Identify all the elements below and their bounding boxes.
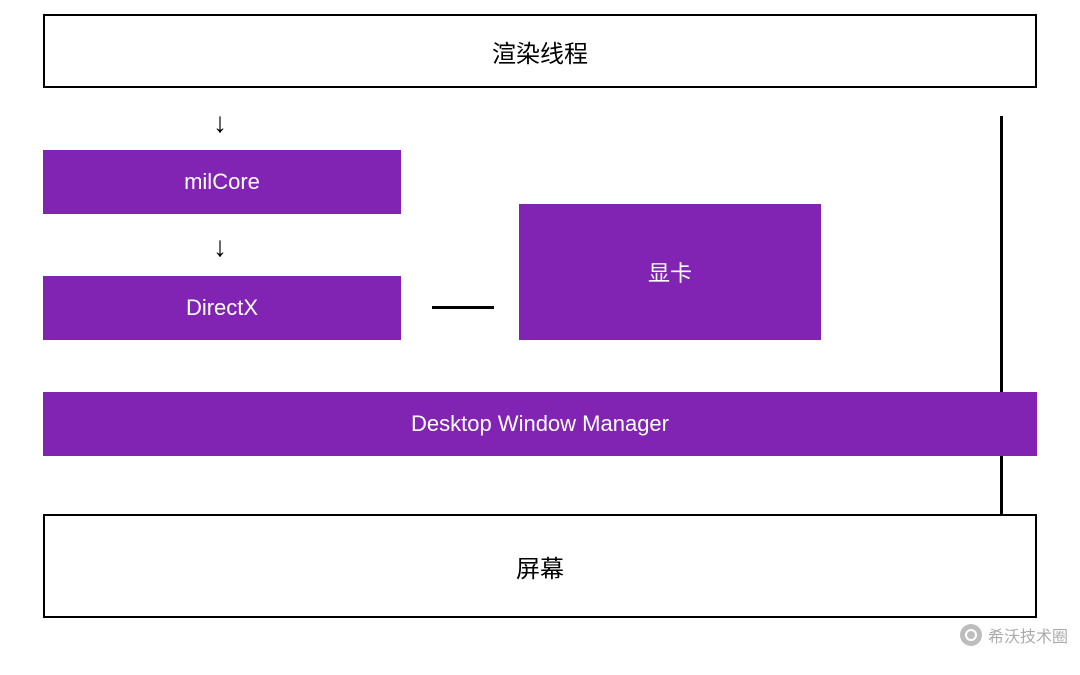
watermark: 希沃技术圈 [960,623,1068,647]
watermark-icon [960,624,982,646]
node-label: Desktop Window Manager [411,411,669,437]
node-milcore: milCore [43,150,401,214]
node-label: 屏幕 [516,549,564,584]
node-directx: DirectX [43,276,401,340]
connector-line [1000,116,1003,392]
node-label: 显卡 [648,256,692,288]
node-label: DirectX [186,295,258,321]
diagram-canvas: 渲染线程 ↓ milCore ↓ DirectX 显卡 Desktop Wind… [0,0,1080,675]
node-gpu: 显卡 [519,204,821,340]
watermark-text: 希沃技术圈 [988,623,1068,647]
node-screen: 屏幕 [43,514,1037,618]
node-label: 渲染线程 [492,34,588,69]
connector-line [1000,456,1003,514]
arrow-down-icon: ↓ [205,232,235,262]
arrow-down-icon: ↓ [205,108,235,138]
node-dwm: Desktop Window Manager [43,392,1037,456]
connector-line [432,306,494,309]
node-label: milCore [184,169,260,195]
node-render-thread: 渲染线程 [43,14,1037,88]
